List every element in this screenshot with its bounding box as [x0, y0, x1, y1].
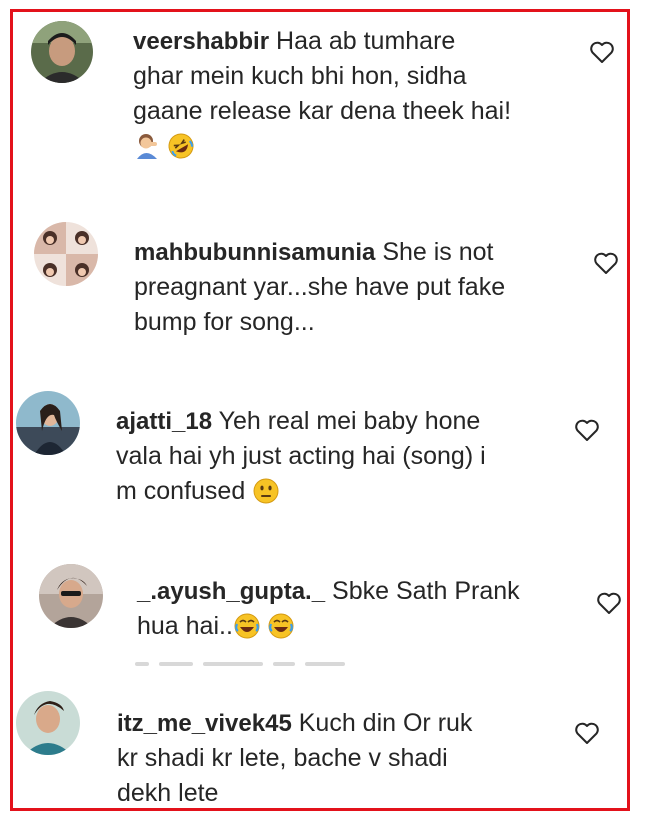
comment-text-line: Yeh real mei baby hone: [218, 407, 481, 435]
comment-text-line: Sbke Sath Prank: [332, 577, 520, 605]
like-heart-icon[interactable]: [593, 251, 619, 275]
like-heart-icon[interactable]: [589, 40, 615, 64]
comment-username[interactable]: itz_me_vivek45: [117, 710, 292, 737]
comment-item: itz_me_vivek45 Kuch din Or ruk kr shadi …: [13, 674, 627, 808]
rolling-on-floor-laughing-emoji: [167, 132, 195, 160]
comment-text-line: gaane release kar dena theek hai!: [133, 97, 512, 125]
like-heart-icon[interactable]: [596, 591, 622, 615]
comment-item: _.ayush_gupta._ Sbke Sath Prank hua hai.…: [13, 544, 627, 674]
comment-text-line: vala hai yh just acting hai (song) i: [116, 442, 486, 470]
avatar[interactable]: [39, 564, 103, 628]
comment-text: mahbubunnisamunia She is not preagnant y…: [134, 235, 594, 340]
comment-text-line: m confused: [116, 477, 246, 505]
comment-username[interactable]: ajatti_18: [116, 408, 212, 435]
comment-text-line: bump for song...: [134, 308, 315, 336]
comment-item: ajatti_18 Yeh real mei baby hone vala ha…: [13, 374, 627, 544]
comment-username[interactable]: veershabbir: [133, 28, 269, 55]
comment-text-line: preagnant yar...she have put fake: [134, 273, 506, 301]
comment-text: _.ayush_gupta._ Sbke Sath Prank hua hai.…: [137, 574, 577, 644]
comment-username[interactable]: mahbubunnisamunia: [134, 239, 375, 266]
like-heart-icon[interactable]: [574, 418, 600, 442]
avatar[interactable]: [31, 21, 93, 83]
comment-username[interactable]: _.ayush_gupta._: [137, 578, 325, 605]
emoji-row: [133, 129, 593, 164]
person-facepalming-emoji: [133, 132, 161, 160]
like-heart-icon[interactable]: [574, 721, 600, 745]
comment-item: veershabbir Haa ab tumhare ghar mein kuc…: [13, 12, 627, 202]
avatar[interactable]: [34, 222, 98, 286]
cropped-text-fragment: [135, 662, 375, 670]
face-with-tears-of-joy-emoji: [233, 612, 261, 640]
neutral-face-emoji: [252, 477, 280, 505]
face-with-tears-of-joy-emoji: [267, 612, 295, 640]
comment-text: veershabbir Haa ab tumhare ghar mein kuc…: [133, 24, 593, 164]
comment-item: mahbubunnisamunia She is not preagnant y…: [13, 202, 627, 367]
comment-text-line: She is not: [382, 238, 494, 266]
comment-text-line: Kuch din Or ruk: [298, 709, 473, 737]
avatar[interactable]: [16, 391, 80, 455]
avatar[interactable]: [16, 691, 80, 755]
comments-frame: veershabbir Haa ab tumhare ghar mein kuc…: [10, 9, 630, 811]
comment-text-line: ghar mein kuch bhi hon, sidha: [133, 62, 467, 90]
comment-text-line: dekh lete: [117, 779, 219, 807]
comment-text-line: hua hai..: [137, 612, 233, 640]
comment-text: ajatti_18 Yeh real mei baby hone vala ha…: [116, 404, 576, 509]
comment-text-line: Haa ab tumhare: [276, 27, 456, 55]
comment-text-line: kr shadi kr lete, bache v shadi: [117, 744, 448, 772]
comment-text: itz_me_vivek45 Kuch din Or ruk kr shadi …: [117, 706, 577, 808]
